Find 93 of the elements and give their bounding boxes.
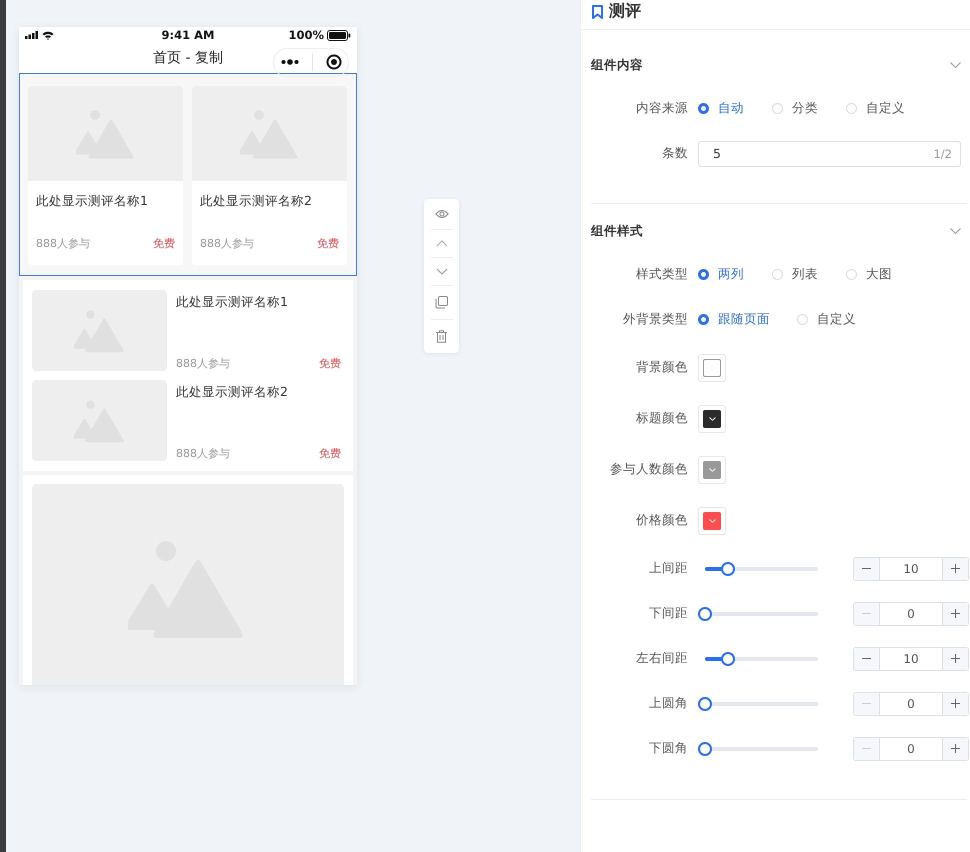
minus-icon xyxy=(862,748,871,749)
wifi-icon xyxy=(42,30,54,40)
increment-button[interactable] xyxy=(942,558,968,580)
participants-count: 888人参与 xyxy=(200,236,254,251)
participants-count: 888人参与 xyxy=(36,236,90,251)
plus-icon xyxy=(951,654,960,663)
battery-icon xyxy=(326,30,351,41)
field-label: 内容来源 xyxy=(635,100,688,117)
plus-icon xyxy=(951,609,960,618)
radio-button[interactable] xyxy=(698,314,709,325)
content-block[interactable]: 此处显示测评名称1 888人参与 免费 此处显示测评名称2 888人参与 免费 xyxy=(23,280,353,471)
count-field[interactable]: 5 1/2 xyxy=(698,140,961,166)
radio-button[interactable] xyxy=(698,103,709,114)
chevron-down-icon[interactable] xyxy=(950,228,961,234)
chevron-down-icon xyxy=(708,518,716,522)
eye-icon[interactable] xyxy=(434,209,448,219)
slider-handle[interactable] xyxy=(698,696,712,710)
radio-option[interactable]: 大图 xyxy=(846,266,920,283)
price-label: 免费 xyxy=(317,236,339,251)
page-title: 首页 - 复制 xyxy=(153,49,223,68)
minus-icon xyxy=(862,613,871,614)
field-label: 下圆角 xyxy=(648,740,688,757)
panel-title: 测评 xyxy=(609,1,641,22)
field-label: 条数 xyxy=(661,145,688,162)
field-label: 外背景类型 xyxy=(622,311,688,328)
item-title: 此处显示测评名称2 xyxy=(199,192,313,210)
field-label: 背景颜色 xyxy=(635,359,688,376)
field-label: 样式类型 xyxy=(635,266,688,283)
char-counter: 1/2 xyxy=(933,146,952,160)
radio-option[interactable]: 自定义 xyxy=(797,311,871,328)
chevron-down-icon[interactable] xyxy=(950,62,961,68)
radio-button[interactable] xyxy=(698,269,709,280)
status-time: 9:41 AM xyxy=(162,28,214,42)
chevron-down-icon xyxy=(708,468,716,472)
price-label: 免费 xyxy=(319,356,341,371)
signal-icon xyxy=(25,31,39,40)
participants-count: 888人参与 xyxy=(176,446,230,461)
item-title: 此处显示测评名称1 xyxy=(176,293,289,311)
increment-button[interactable] xyxy=(942,602,968,624)
chevron-down-icon xyxy=(708,416,716,420)
item-title: 此处显示测评名称1 xyxy=(35,192,149,210)
field-label: 上圆角 xyxy=(648,695,688,712)
field-label: 上间距 xyxy=(648,560,688,577)
section-title: 组件样式 xyxy=(591,222,643,240)
item-title: 此处显示测评名称2 xyxy=(176,383,289,401)
chevron-down-icon[interactable] xyxy=(436,268,448,275)
chevron-up-icon[interactable] xyxy=(436,240,448,247)
field-label: 左右间距 xyxy=(635,650,688,667)
plus-icon xyxy=(951,699,960,708)
plus-icon xyxy=(951,564,960,573)
minus-icon xyxy=(862,658,871,659)
radio-option[interactable]: 两列 xyxy=(698,266,772,283)
field-label: 下间距 xyxy=(648,605,688,622)
target-icon[interactable] xyxy=(326,54,342,70)
increment-button[interactable] xyxy=(942,648,968,670)
radio-option[interactable]: 跟随页面 xyxy=(698,311,797,328)
product-card[interactable]: 此处显示测评名称2 888人参与 免费 xyxy=(192,86,347,265)
product-card[interactable]: 此处显示测评名称1 888人参与 免费 xyxy=(28,86,183,265)
color-picker[interactable] xyxy=(698,456,726,484)
battery-level: 100% xyxy=(288,28,324,42)
increment-button[interactable] xyxy=(942,692,968,714)
slider-handle[interactable] xyxy=(698,606,712,620)
plus-icon xyxy=(951,744,960,753)
radio-option[interactable]: 分类 xyxy=(772,100,846,117)
trash-icon[interactable] xyxy=(436,330,447,343)
more-icon[interactable] xyxy=(280,59,298,66)
color-picker[interactable] xyxy=(698,354,726,382)
copy-icon[interactable] xyxy=(435,296,448,309)
slider-handle[interactable] xyxy=(720,562,735,576)
number-input[interactable]: 10 xyxy=(880,648,942,670)
radio-option[interactable]: 自定义 xyxy=(846,100,920,117)
field-label: 参与人数颜色 xyxy=(609,461,688,478)
number-input[interactable]: 0 xyxy=(880,738,942,760)
increment-button[interactable] xyxy=(942,738,968,760)
radio-option[interactable]: 自动 xyxy=(698,100,772,117)
slider-handle[interactable] xyxy=(720,652,735,666)
price-label: 免费 xyxy=(319,446,341,461)
field-label: 价格颜色 xyxy=(635,512,688,529)
number-input[interactable]: 10 xyxy=(880,558,942,580)
section-title: 组件内容 xyxy=(591,56,643,74)
content-block[interactable]: 此处显示测评名称1 888人参与 免费 此处显示测评名称2 888人参与 免费 xyxy=(19,73,357,276)
number-input[interactable]: 0 xyxy=(880,602,942,624)
number-input[interactable]: 0 xyxy=(880,692,942,714)
minus-icon xyxy=(862,568,871,569)
bookmark-icon xyxy=(592,4,603,18)
color-picker[interactable] xyxy=(698,404,726,432)
radio-option[interactable]: 列表 xyxy=(772,266,846,283)
slider-handle[interactable] xyxy=(698,742,712,756)
color-picker[interactable] xyxy=(698,506,726,534)
participants-count: 888人参与 xyxy=(176,356,230,371)
price-label: 免费 xyxy=(153,236,175,251)
minus-icon xyxy=(862,703,871,704)
field-label: 标题颜色 xyxy=(635,410,688,427)
